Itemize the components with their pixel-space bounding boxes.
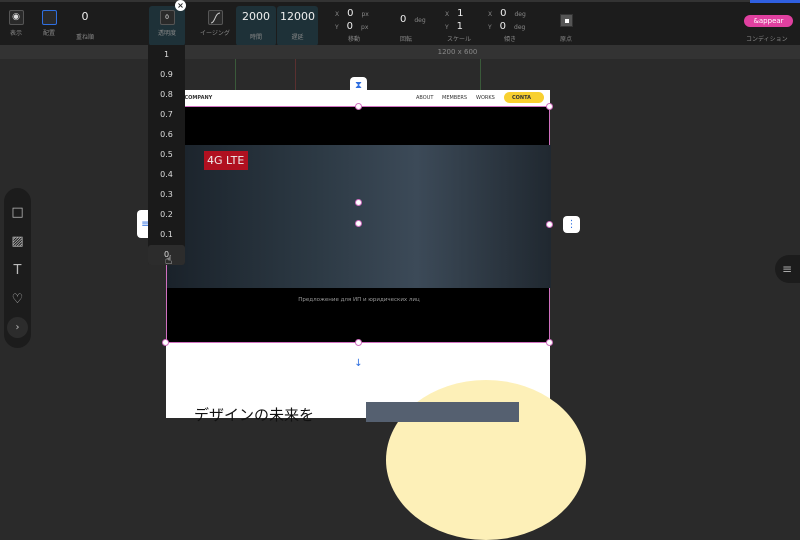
hero-caption: Предложение для ИП и юридических лиц [298, 297, 420, 303]
pointer-cursor-icon: ☝ [165, 253, 173, 267]
duration-tool[interactable]: 2000 時間 [236, 6, 276, 46]
delay-tool[interactable]: 12000 遅延 [277, 6, 318, 46]
scale-x[interactable]: X1 [445, 8, 472, 19]
visibility-tool[interactable]: ◉ 表示 [3, 6, 29, 46]
nav-members[interactable]: MEMBERS [442, 95, 467, 101]
opacity-option[interactable]: 0.8 [148, 85, 185, 105]
opacity-option[interactable]: 0.1 [148, 225, 185, 245]
left-toolbar: □ ▨ T ♡ › [4, 188, 31, 348]
easing-tool[interactable]: イージング [197, 6, 233, 46]
close-icon[interactable]: × [175, 0, 186, 11]
opacity-option[interactable]: 1 [148, 45, 185, 65]
timeline-ruler[interactable]: 1200 x 600 [0, 45, 800, 59]
section-image [366, 402, 519, 422]
nav-works[interactable]: WORKS [476, 95, 495, 101]
lte-badge: 4G LTE [204, 151, 248, 170]
nav-contact[interactable]: CONTA [504, 92, 544, 103]
toolbar: ◉ 表示 配置 0 重ね順 0 透明度 イージング 2000 時間 12000 遅延 X0… [0, 0, 800, 46]
section-heading: デザインの未来を [194, 406, 315, 424]
skew-y[interactable]: Y 0 deg [488, 21, 525, 32]
zorder-tool[interactable]: 0 重ね順 [70, 6, 100, 46]
scale-y[interactable]: Y1 [445, 21, 471, 32]
easing-curve-icon [207, 10, 223, 25]
opacity-option[interactable]: 0.4 [148, 165, 185, 185]
opacity-option[interactable]: 0.7 [148, 105, 185, 125]
distribute-icon[interactable]: ⋮ [563, 216, 580, 233]
origin-grid-icon[interactable] [560, 14, 573, 27]
opacity-option[interactable]: 0.6 [148, 125, 185, 145]
opacity-option[interactable]: 0.3 [148, 185, 185, 205]
image-icon[interactable]: ▨ [4, 227, 31, 256]
skew-x[interactable]: X 0 deg [488, 8, 526, 19]
opacity-option[interactable]: 0.2 [148, 205, 185, 225]
opacity-option[interactable]: 0.9 [148, 65, 185, 85]
move-y[interactable]: Y 0 px [335, 21, 368, 32]
eye-icon: ◉ [8, 10, 24, 25]
filter-menu-icon[interactable]: ≡ [775, 255, 800, 283]
rectangle-icon[interactable]: □ [4, 198, 31, 227]
layout-icon [41, 10, 57, 25]
arrow-down-icon[interactable]: ↓ [350, 355, 367, 372]
opacity-dropdown: 1 0.9 0.8 0.7 0.6 0.5 0.4 0.3 0.2 0.1 0 [148, 45, 185, 265]
layout-tool[interactable]: 配置 [36, 6, 62, 46]
hero-photo: 4G LTE [167, 145, 551, 288]
condition-badge[interactable]: &appear [744, 15, 793, 27]
rotate-field[interactable]: 0 deg [392, 14, 426, 25]
nav-about[interactable]: ABOUT [416, 95, 433, 101]
heart-icon[interactable]: ♡ [4, 285, 31, 314]
move-x[interactable]: X 0 px [335, 8, 369, 19]
opacity-tool[interactable]: 0 透明度 [149, 6, 185, 46]
text-icon[interactable]: T [4, 256, 31, 285]
align-top-icon[interactable]: ⧗ [350, 77, 367, 94]
opacity-option[interactable]: 0.5 [148, 145, 185, 165]
chevron-right-icon[interactable]: › [7, 317, 28, 338]
accent-bar [750, 0, 800, 3]
